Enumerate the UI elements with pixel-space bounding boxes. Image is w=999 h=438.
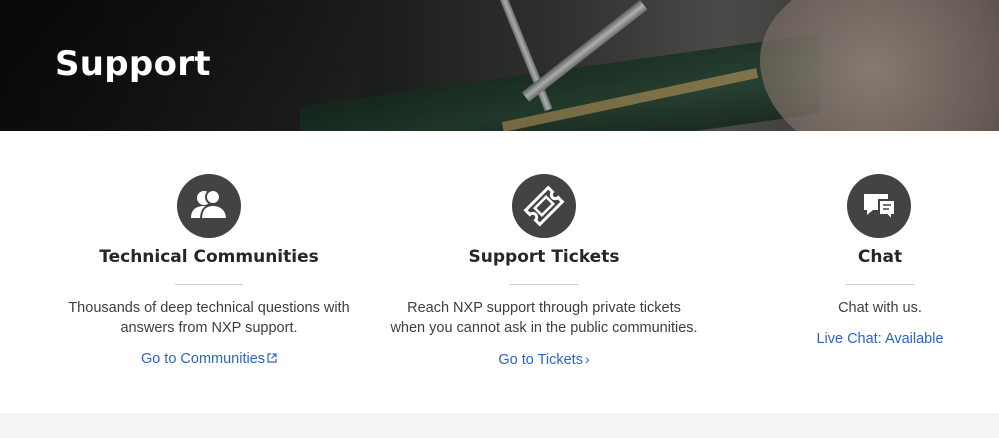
divider xyxy=(846,284,914,285)
card-description: Thousands of deep technical questions wi… xyxy=(59,298,359,338)
card-title: Chat xyxy=(857,247,903,267)
card-title: Support Tickets xyxy=(468,247,620,267)
divider xyxy=(510,284,578,285)
page-title: Support xyxy=(55,44,211,84)
chevron-right-icon: › xyxy=(584,351,590,367)
hero-banner: Support xyxy=(0,0,999,131)
link-label: Go to Communities xyxy=(140,351,266,367)
description-line: Reach NXP support through private ticket… xyxy=(407,300,681,316)
description-line: Chat with us. xyxy=(838,300,922,316)
link-label: Go to Tickets xyxy=(498,352,583,368)
external-link-icon xyxy=(267,353,277,363)
description-line: when you cannot ask in the public commun… xyxy=(390,320,698,336)
users-icon xyxy=(177,174,241,238)
go-to-tickets-link[interactable]: Go to Tickets › xyxy=(384,351,704,368)
link-label: Live Chat: Available xyxy=(816,331,944,347)
chat-bubbles-icon xyxy=(847,174,911,238)
support-options: Technical Communities Thousands of deep … xyxy=(0,131,999,413)
card-description: Chat with us. xyxy=(780,298,980,318)
card-title: Technical Communities xyxy=(99,247,319,267)
description-line: Thousands of deep technical questions wi… xyxy=(68,300,350,316)
go-to-communities-link[interactable]: Go to Communities xyxy=(59,351,359,367)
ticket-icon xyxy=(512,174,576,238)
description-line: answers from NXP support. xyxy=(120,320,298,336)
footer-band xyxy=(0,413,999,438)
live-chat-link[interactable]: Live Chat: Available xyxy=(780,331,980,347)
divider xyxy=(175,284,243,285)
card-description: Reach NXP support through private ticket… xyxy=(384,298,704,338)
